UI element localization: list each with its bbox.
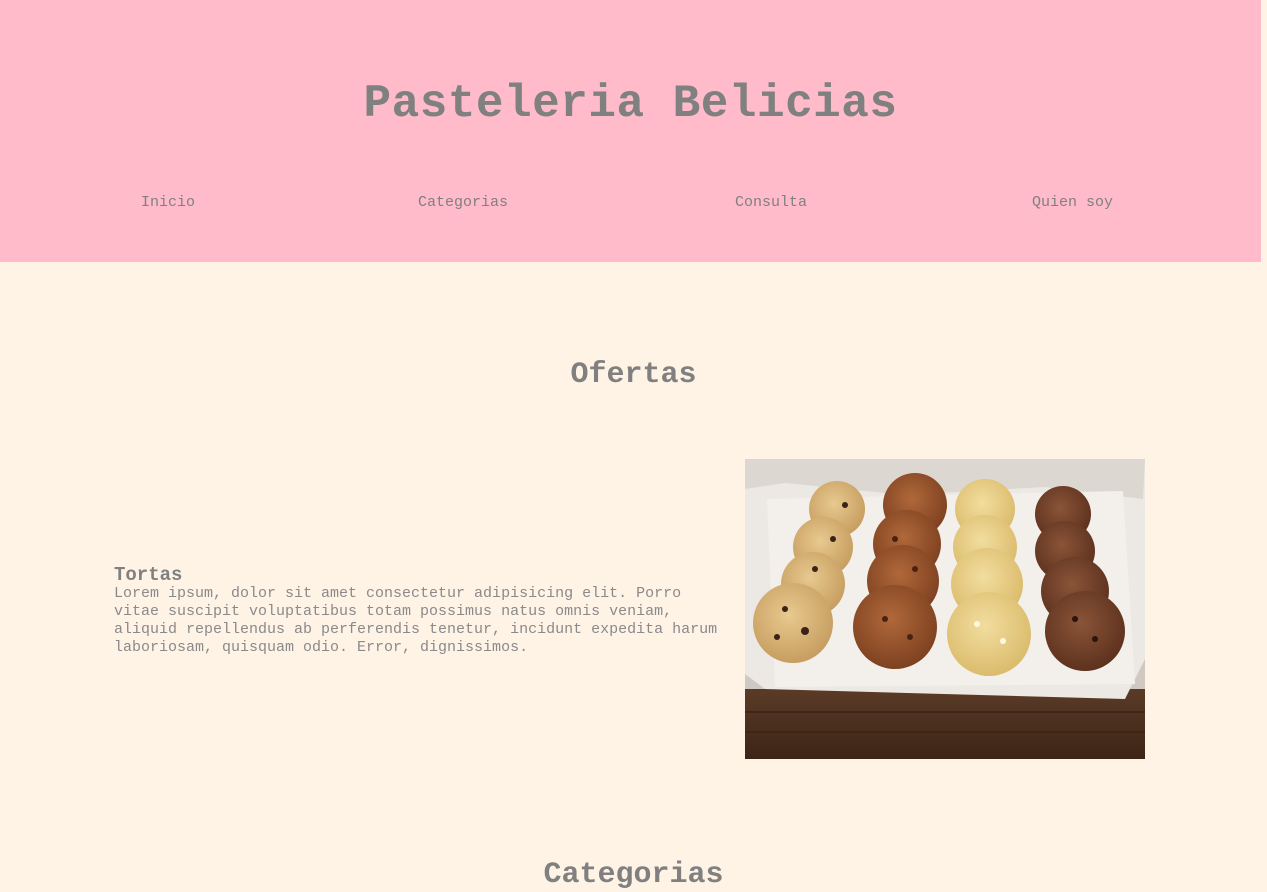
offers-heading: Ofertas	[570, 358, 697, 392]
offer-description: Lorem ipsum, dolor sit amet consectetur …	[114, 585, 718, 656]
nav-link-categorias[interactable]: Categorias	[418, 194, 508, 211]
site-title: Pasteleria Belicias	[363, 78, 898, 130]
nav-link-quien-soy[interactable]: Quien soy	[1032, 194, 1113, 211]
offer-card: Tortas Lorem ipsum, dolor sit amet conse…	[114, 565, 726, 657]
offer-title: Tortas	[114, 564, 183, 586]
categories-heading: Categorias	[543, 858, 724, 892]
site-header: Pasteleria Belicias Inicio Categorias Co…	[0, 0, 1261, 262]
nav-link-inicio[interactable]: Inicio	[141, 194, 195, 211]
cookies-image	[745, 459, 1145, 759]
nav-link-consulta[interactable]: Consulta	[735, 194, 807, 211]
